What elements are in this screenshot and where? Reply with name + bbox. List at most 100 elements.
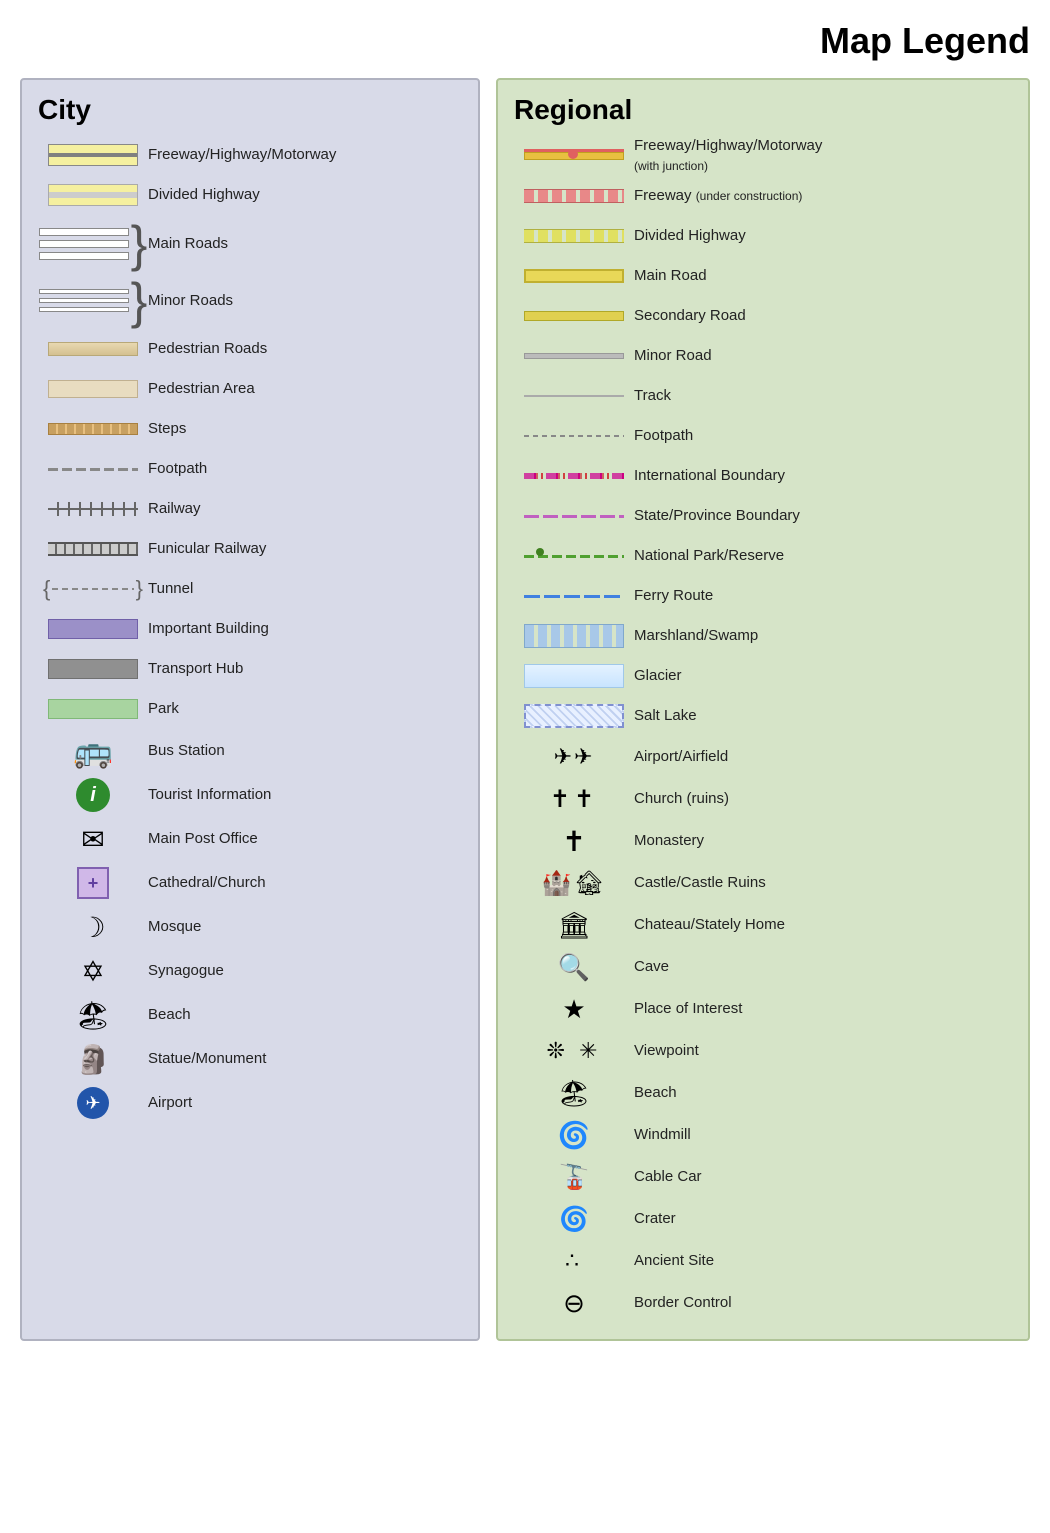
mosque-label: Mosque: [148, 917, 201, 937]
reg-secondary-label: Secondary Road: [634, 306, 746, 326]
reg-salt-symbol: [514, 704, 634, 728]
reg-border-icon: ⊖: [563, 1288, 585, 1319]
reg-minor-symbol: [514, 353, 634, 359]
list-item: } Minor Roads: [38, 273, 462, 328]
reg-main-symbol: [514, 269, 634, 283]
tourist-info-label: Tourist Information: [148, 785, 271, 805]
list-item: ☽ Mosque: [38, 906, 462, 948]
divided-label: Divided Highway: [148, 185, 260, 205]
post-office-label: Main Post Office: [148, 829, 258, 849]
reg-secondary-symbol: [514, 311, 634, 321]
minor-roads-label: Minor Roads: [148, 291, 233, 311]
reg-freeway-uc-label: Freeway (under construction): [634, 186, 802, 206]
reg-state-symbol: [514, 515, 634, 518]
reg-chateau-label: Chateau/Stately Home: [634, 915, 785, 935]
airport-city-symbol: ✈: [38, 1087, 148, 1119]
reg-state-label: State/Province Boundary: [634, 506, 800, 526]
reg-airport-symbol: ✈✈: [514, 744, 634, 770]
reg-beach-icon: 🏖: [557, 1078, 590, 1109]
bus-station-label: Bus Station: [148, 741, 225, 761]
reg-castle-symbol: 🏰🏚: [514, 869, 634, 898]
list-item: Track: [514, 377, 1012, 415]
list-item: Minor Road: [514, 337, 1012, 375]
cathedral-symbol: +: [38, 867, 148, 899]
reg-divided-symbol: [514, 229, 634, 243]
reg-chateau-icon: 🏛: [557, 910, 590, 941]
reg-salt-icon: [524, 704, 624, 728]
reg-poi-label: Place of Interest: [634, 999, 742, 1019]
list-item: Pedestrian Roads: [38, 330, 462, 368]
beach-city-symbol: 🏖: [38, 999, 148, 1032]
list-item: National Park/Reserve: [514, 537, 1012, 575]
reg-ancient-label: Ancient Site: [634, 1251, 714, 1271]
list-item: 🏰🏚 Castle/Castle Ruins: [514, 863, 1012, 903]
list-item: Park: [38, 690, 462, 728]
reg-divided-icon: [524, 229, 624, 243]
park-symbol: [38, 699, 148, 719]
reg-ferry-label: Ferry Route: [634, 586, 713, 606]
transport-hub-icon: [48, 659, 138, 679]
list-item: ✡ Synagogue: [38, 950, 462, 992]
beach-city-icon: 🏖: [75, 999, 111, 1032]
ped-area-label: Pedestrian Area: [148, 379, 255, 399]
reg-ancient-icon: ∴: [565, 1248, 583, 1274]
list-item: Main Road: [514, 257, 1012, 295]
brace-icon: }: [131, 219, 148, 269]
reg-beach-label: Beach: [634, 1083, 677, 1103]
footpath-symbol: [38, 468, 148, 471]
reg-footpath-icon: [524, 435, 624, 437]
reg-intl-symbol: [514, 473, 634, 479]
bus-station-icon: 🚌: [73, 732, 113, 770]
reg-airport-icon: ✈✈: [554, 744, 595, 770]
list-item: ✝✝ Church (ruins): [514, 779, 1012, 819]
beach-city-label: Beach: [148, 1005, 191, 1025]
minor-roads-icon: [39, 289, 129, 312]
reg-windmill-icon: 🌀: [558, 1120, 590, 1151]
reg-glacier-icon: [524, 664, 624, 688]
reg-track-label: Track: [634, 386, 671, 406]
imp-building-icon: [48, 619, 138, 639]
ped-roads-symbol: [38, 342, 148, 356]
list-item: Marshland/Swamp: [514, 617, 1012, 655]
funicular-symbol: [38, 542, 148, 556]
list-item: ✈✈ Airport/Airfield: [514, 737, 1012, 777]
reg-salt-label: Salt Lake: [634, 706, 697, 726]
list-item: 🏛 Chateau/Stately Home: [514, 905, 1012, 945]
reg-crater-label: Crater: [634, 1209, 676, 1229]
minor-roads-symbol: }: [38, 276, 148, 326]
list-item: ✉ Main Post Office: [38, 818, 462, 860]
post-office-symbol: ✉: [38, 823, 148, 856]
reg-natpark-symbol: [514, 548, 634, 564]
list-item: International Boundary: [514, 457, 1012, 495]
reg-natpark-icon: [524, 548, 624, 564]
regional-panel: Regional Freeway/Highway/Motorway(with j…: [496, 78, 1030, 1341]
reg-border-symbol: ⊖: [514, 1288, 634, 1319]
monument-icon: 🗿: [76, 1043, 111, 1076]
list-item: 🚡 Cable Car: [514, 1157, 1012, 1197]
reg-viewpoint-label: Viewpoint: [634, 1041, 699, 1061]
list-item: 🌀 Crater: [514, 1199, 1012, 1239]
columns: City Freeway/Highway/Motorway Divided Hi…: [20, 78, 1030, 1341]
reg-cave-label: Cave: [634, 957, 669, 977]
reg-ferry-icon: [524, 595, 624, 598]
reg-footpath-label: Footpath: [634, 426, 693, 446]
minor-brace-icon: }: [131, 276, 148, 326]
reg-chateau-symbol: 🏛: [514, 910, 634, 941]
freeway-label: Freeway/Highway/Motorway: [148, 145, 336, 165]
reg-minor-label: Minor Road: [634, 346, 712, 366]
reg-glacier-symbol: [514, 664, 634, 688]
city-panel: City Freeway/Highway/Motorway Divided Hi…: [20, 78, 480, 1341]
list-item: Footpath: [38, 450, 462, 488]
city-title: City: [38, 94, 462, 126]
mosque-symbol: ☽: [38, 911, 148, 944]
cathedral-label: Cathedral/Church: [148, 873, 266, 893]
list-item: Footpath: [514, 417, 1012, 455]
reg-intl-icon: [524, 473, 624, 479]
list-item: + Cathedral/Church: [38, 862, 462, 904]
footpath-icon: [48, 468, 138, 471]
reg-state-icon: [524, 515, 624, 518]
reg-natpark-label: National Park/Reserve: [634, 546, 784, 566]
mosque-icon: ☽: [80, 911, 105, 944]
list-item: 🗿 Statue/Monument: [38, 1038, 462, 1080]
reg-church-icon: ✝✝: [550, 785, 598, 814]
